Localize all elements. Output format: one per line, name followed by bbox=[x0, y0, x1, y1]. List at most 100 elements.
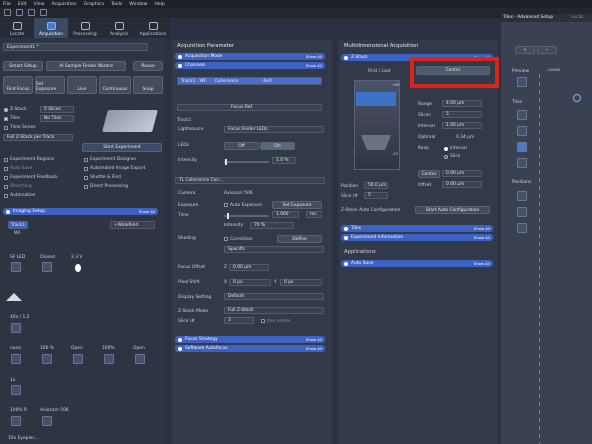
position-field[interactable]: 50.0 µm bbox=[364, 182, 388, 189]
position-tool-icon-3[interactable] bbox=[517, 223, 527, 233]
filter-icon-4[interactable] bbox=[104, 354, 114, 364]
intensity-field[interactable]: 1.0 % bbox=[272, 157, 296, 164]
menu-edit[interactable]: Edit bbox=[18, 2, 27, 7]
center-field[interactable]: 0.00 µm bbox=[442, 170, 482, 177]
time-series-checkbox[interactable] bbox=[4, 126, 8, 130]
intensity-slider[interactable] bbox=[224, 159, 269, 165]
auto-save-header[interactable]: Auto Save Show All bbox=[341, 260, 493, 267]
show-all-toggle[interactable]: Show All bbox=[139, 209, 155, 214]
menu-tools[interactable]: Tools bbox=[111, 2, 122, 7]
use-center-checkbox[interactable] bbox=[261, 319, 265, 323]
shading-mode-select[interactable]: Specific bbox=[224, 246, 324, 253]
open-folder-icon[interactable] bbox=[4, 9, 11, 16]
led-off-button[interactable]: Off bbox=[224, 142, 259, 150]
menu-file[interactable]: File bbox=[3, 2, 11, 7]
set-exposure-button[interactable]: Set Exposure bbox=[272, 201, 322, 209]
tl-coherence-bar[interactable]: TL Coherence Con... bbox=[175, 177, 325, 184]
image-export-checkbox[interactable] bbox=[84, 167, 88, 171]
experiment-feedback-checkbox[interactable] bbox=[4, 176, 8, 180]
pixel-shift-x-field[interactable]: 0 px bbox=[229, 279, 271, 286]
position-tool-icon-1[interactable] bbox=[517, 191, 527, 201]
slices-field[interactable]: 5 bbox=[442, 111, 482, 118]
show-all-toggle[interactable]: Show All bbox=[474, 226, 490, 231]
live-button[interactable]: Live bbox=[67, 76, 97, 94]
keep-interval-radio[interactable] bbox=[444, 147, 448, 151]
tab-locate[interactable]: Locate bbox=[0, 18, 34, 38]
menu-graphics[interactable]: Graphics bbox=[84, 2, 104, 7]
camera-icon[interactable] bbox=[42, 416, 52, 426]
find-focus-button[interactable]: Find Focus bbox=[3, 76, 33, 94]
tile-tool-icon-2[interactable] bbox=[517, 126, 527, 136]
tile-tool-icon-1[interactable] bbox=[517, 110, 527, 120]
time-field[interactable]: 1.000 bbox=[272, 211, 299, 218]
tile-tool-icon-4[interactable] bbox=[517, 158, 527, 168]
set-exposure-button[interactable]: Set Exposure bbox=[35, 76, 65, 94]
auto-save-checkbox[interactable] bbox=[4, 167, 8, 171]
add-button[interactable]: + bbox=[515, 46, 535, 54]
layout-icon[interactable] bbox=[40, 9, 47, 16]
menu-window[interactable]: Window bbox=[129, 2, 147, 7]
tiles-advanced-tab[interactable]: Tiles - Advanced Setup bbox=[503, 15, 553, 20]
show-all-toggle[interactable]: Show All bbox=[474, 235, 490, 240]
objective-icon[interactable] bbox=[11, 323, 21, 333]
keep-slice-radio[interactable] bbox=[444, 155, 448, 159]
imaging-setup-header[interactable]: Imaging Setup Show All bbox=[3, 208, 158, 215]
remove-button[interactable]: − bbox=[537, 46, 557, 54]
direct-processing-checkbox[interactable] bbox=[84, 185, 88, 189]
channels-header[interactable]: Channels Show All bbox=[175, 62, 325, 69]
correction-checkbox[interactable] bbox=[224, 237, 228, 241]
time-slider-knob[interactable] bbox=[227, 213, 229, 219]
experiment-information-header[interactable]: Experiment Information Show All bbox=[341, 234, 493, 241]
led-icon[interactable] bbox=[11, 262, 21, 272]
filter-icon-1[interactable] bbox=[11, 354, 21, 364]
start-experiment-button[interactable]: Start Experiment bbox=[82, 143, 162, 152]
time-slider[interactable] bbox=[224, 213, 269, 219]
pixel-shift-y-field[interactable]: 0 px bbox=[280, 279, 322, 286]
snap-button[interactable]: Snap bbox=[133, 76, 163, 94]
tube-lens-icon[interactable] bbox=[11, 385, 21, 395]
experiment-designer-checkbox[interactable] bbox=[84, 158, 88, 162]
bleaching-checkbox[interactable] bbox=[4, 185, 8, 189]
ai-sample-finder-button[interactable]: AI Sample Finder Wizard bbox=[46, 61, 126, 71]
tab-processing[interactable]: Processing bbox=[68, 18, 102, 38]
zstack-checkbox[interactable] bbox=[4, 108, 8, 112]
experiment-select[interactable]: Experiment1 * bbox=[3, 43, 148, 51]
zstack-mode-select[interactable]: Full Z-Stack bbox=[224, 307, 324, 314]
save-icon[interactable] bbox=[16, 9, 23, 16]
time-unit-select[interactable]: ms bbox=[306, 211, 322, 218]
focus-offset-field[interactable]: 0.00 µm bbox=[229, 264, 269, 271]
menu-view[interactable]: View bbox=[34, 2, 45, 7]
cloud-icon[interactable] bbox=[28, 9, 35, 16]
slice-field[interactable]: 5 bbox=[364, 192, 388, 199]
intensity-slider-knob[interactable] bbox=[225, 159, 227, 165]
tiles-checkbox[interactable] bbox=[4, 117, 8, 121]
acquisition-mode-header[interactable]: Acquisition Mode Show All bbox=[175, 53, 325, 60]
tab-applications[interactable]: Applications bbox=[136, 18, 170, 38]
automation-checkbox[interactable] bbox=[4, 194, 8, 198]
tiles-header[interactable]: Tiles Show All bbox=[341, 225, 493, 232]
display-setting-select[interactable]: Default bbox=[224, 293, 324, 300]
preview-icon[interactable] bbox=[517, 77, 527, 87]
tile-tool-icon-3[interactable] bbox=[517, 142, 527, 152]
smart-setup-button[interactable]: Smart Setup bbox=[3, 61, 43, 71]
lightsource-select[interactable]: Focus Finder LEDs bbox=[224, 126, 324, 133]
offset-field[interactable]: 0.00 µm bbox=[442, 181, 482, 188]
filter-icon-3[interactable] bbox=[73, 354, 83, 364]
focus-strategy-header[interactable]: Focus Strategy Show All bbox=[175, 336, 325, 343]
lamp-icon[interactable] bbox=[75, 264, 81, 272]
camera-port-icon[interactable] bbox=[11, 416, 21, 426]
range-field[interactable]: 4.00 µm bbox=[442, 100, 482, 107]
tab-acquisition[interactable]: Acquisition bbox=[34, 18, 68, 38]
reuse-button[interactable]: Reuse bbox=[133, 61, 163, 71]
menu-help[interactable]: Help bbox=[154, 2, 164, 7]
show-all-toggle[interactable]: Show All bbox=[474, 261, 490, 266]
filter-icon-2[interactable] bbox=[42, 354, 52, 364]
track1-button[interactable]: Track1 bbox=[8, 221, 28, 229]
continuous-button[interactable]: Continuous bbox=[99, 76, 131, 94]
center-button[interactable]: Center bbox=[418, 170, 440, 178]
software-autofocus-header[interactable]: Software Autofocus Show All bbox=[175, 345, 325, 352]
start-auto-configuration-button[interactable]: Start Auto Configuration bbox=[415, 206, 490, 214]
experiment-regions-checkbox[interactable] bbox=[4, 158, 8, 162]
locate-tab[interactable]: Locat... bbox=[571, 15, 587, 20]
define-button[interactable]: Define bbox=[277, 235, 322, 243]
